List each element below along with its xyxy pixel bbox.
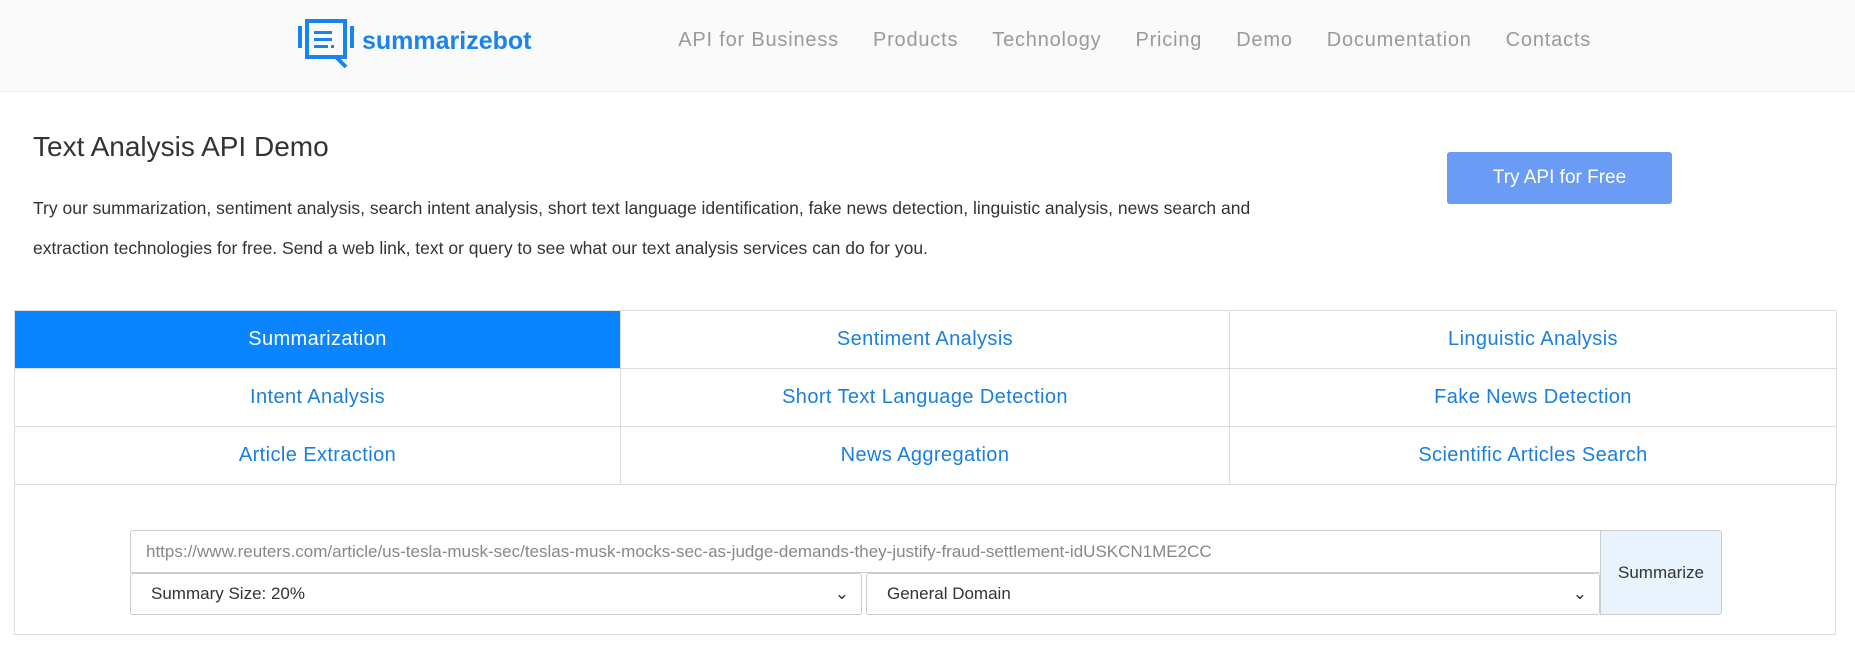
tab-short-text-language-detection[interactable]: Short Text Language Detection bbox=[621, 369, 1230, 427]
logo-text: summarizebot bbox=[362, 26, 532, 55]
tab-summarization[interactable]: Summarization bbox=[15, 311, 621, 369]
chevron-down-icon: ⌄ bbox=[834, 584, 849, 603]
menu-demo[interactable]: Demo bbox=[1236, 29, 1293, 52]
menu-technology[interactable]: Technology bbox=[992, 29, 1101, 52]
demo-tabs: Summarization Sentiment Analysis Linguis… bbox=[14, 310, 1837, 485]
summarize-button[interactable]: Summarize bbox=[1600, 530, 1722, 615]
logo-icon bbox=[298, 19, 354, 69]
summary-size-value: Summary Size: 20% bbox=[151, 584, 305, 603]
domain-select[interactable]: General Domain ⌄ bbox=[866, 573, 1600, 615]
top-navbar: summarizebot API for Business Products T… bbox=[0, 0, 1855, 92]
tab-intent-analysis[interactable]: Intent Analysis bbox=[15, 369, 621, 427]
url-input[interactable] bbox=[130, 530, 1601, 573]
tab-fake-news-detection[interactable]: Fake News Detection bbox=[1230, 369, 1837, 427]
tab-news-aggregation[interactable]: News Aggregation bbox=[621, 427, 1230, 485]
page-title: Text Analysis API Demo bbox=[33, 131, 329, 162]
logo[interactable]: summarizebot bbox=[296, 18, 531, 72]
menu-documentation[interactable]: Documentation bbox=[1327, 29, 1472, 52]
tab-article-extraction[interactable]: Article Extraction bbox=[15, 427, 621, 485]
try-api-button[interactable]: Try API for Free bbox=[1447, 152, 1672, 204]
summary-size-select[interactable]: Summary Size: 20% ⌄ bbox=[130, 573, 862, 615]
intro-text: Try our summarization, sentiment analysi… bbox=[33, 198, 1251, 258]
menu-pricing[interactable]: Pricing bbox=[1135, 29, 1202, 52]
menu-products[interactable]: Products bbox=[873, 29, 958, 52]
chevron-down-icon: ⌄ bbox=[1572, 584, 1587, 603]
domain-value: General Domain bbox=[887, 584, 1011, 603]
main-menu: API for Business Products Technology Pri… bbox=[678, 29, 1591, 52]
tab-sentiment-analysis[interactable]: Sentiment Analysis bbox=[621, 311, 1230, 369]
menu-contacts[interactable]: Contacts bbox=[1506, 29, 1591, 52]
menu-api-for-business[interactable]: API for Business bbox=[678, 29, 839, 52]
tab-linguistic-analysis[interactable]: Linguistic Analysis bbox=[1230, 311, 1837, 369]
tab-scientific-articles-search[interactable]: Scientific Articles Search bbox=[1230, 427, 1837, 485]
